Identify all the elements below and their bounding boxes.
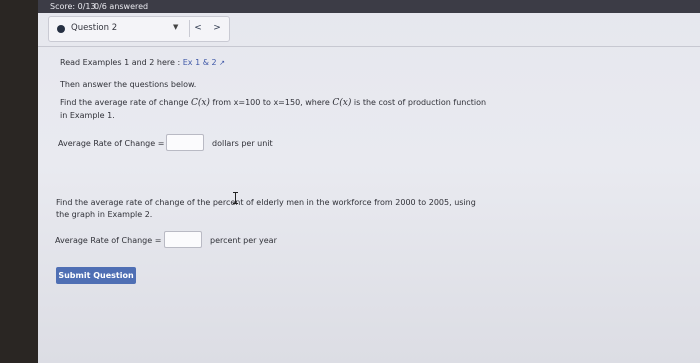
read-prefix: Read Examples 1 and 2 here : — [60, 58, 183, 67]
chevron-down-icon[interactable]: ▼ — [173, 23, 178, 31]
q1-text-before: Find the average rate of change — [60, 98, 191, 107]
status-dot-icon — [57, 25, 65, 33]
q2-prompt-line1: Find the average rate of change of the p… — [56, 198, 476, 207]
instruction-text: Then answer the questions below. — [60, 80, 197, 89]
answered-count: 0/6 answered — [94, 2, 149, 11]
question-label: Question 2 — [71, 23, 118, 33]
q2-answer-label: Average Rate of Change = — [55, 236, 162, 245]
score-bar: Score: 0/13 0/6 answered — [38, 0, 700, 13]
q1-function-2: C(x) — [332, 98, 352, 108]
question-panel: Score: 0/13 0/6 answered Question 2 ▼ < … — [38, 0, 700, 363]
q1-text-after: is the cost of production function — [351, 98, 487, 107]
q1-answer-label: Average Rate of Change = — [58, 139, 165, 148]
q1-function: C(x) — [190, 98, 210, 108]
previous-question-button[interactable]: < — [189, 20, 206, 37]
q2-unit: percent per year — [210, 236, 277, 245]
external-link-icon[interactable]: ↗ — [219, 59, 225, 67]
q2-answer-input[interactable] — [164, 231, 202, 248]
score-text: Score: 0/13 — [50, 2, 96, 11]
text-cursor-icon — [233, 192, 238, 204]
q1-prompt-line2: in Example 1. — [60, 111, 115, 120]
read-examples-text: Read Examples 1 and 2 here : Ex 1 & 2 ↗ — [60, 58, 225, 67]
q1-prompt-line1: Find the average rate of change C(x) fro… — [60, 98, 486, 108]
examples-link[interactable]: Ex 1 & 2 — [183, 58, 217, 67]
question-navigator[interactable]: Question 2 ▼ < > — [48, 16, 230, 42]
q1-answer-input[interactable] — [166, 134, 204, 151]
divider — [38, 46, 700, 47]
submit-question-button[interactable]: Submit Question — [56, 267, 136, 284]
q2-prompt-line2: the graph in Example 2. — [56, 210, 153, 219]
q1-unit: dollars per unit — [212, 139, 273, 148]
q1-text-mid: from x=100 to x=150, where — [209, 98, 333, 107]
next-question-button[interactable]: > — [209, 20, 225, 37]
